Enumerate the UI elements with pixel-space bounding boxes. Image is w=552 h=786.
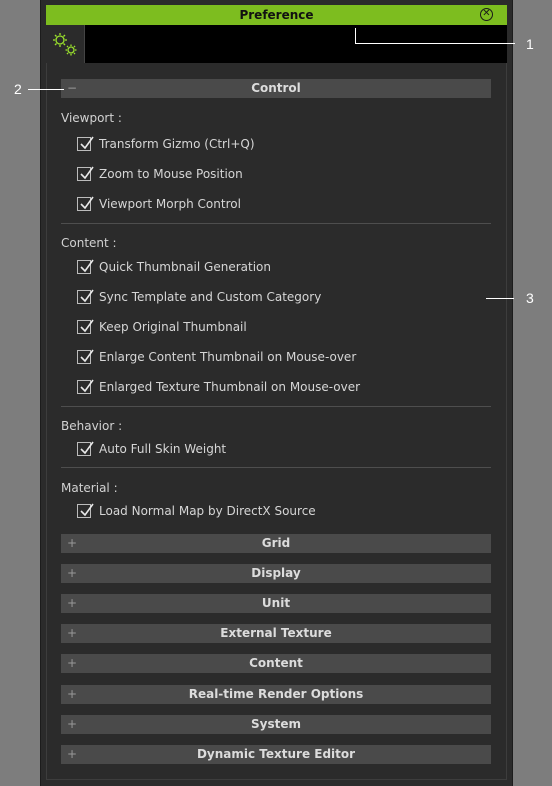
checkmark-icon [80,196,94,210]
tab-strip [46,25,507,63]
callout-1: 1 [526,36,534,52]
callout-1-line [355,43,515,44]
expand-icon: + [67,687,78,701]
checkmark-icon [80,166,94,180]
checkmark-icon [80,289,94,303]
checkbox[interactable] [77,289,94,304]
section-dynamic-texture-editor[interactable]: + Dynamic Texture Editor [61,745,491,764]
group-material-label: Material : [61,481,118,495]
expand-icon: + [67,656,78,670]
option-sync-template[interactable]: Sync Template and Custom Category [77,289,321,305]
callout-1-line [355,28,356,43]
group-content-label: Content : [61,236,117,250]
option-label: Load Normal Map by DirectX Source [99,504,316,518]
option-enlarged-texture-thumbnail[interactable]: Enlarged Texture Thumbnail on Mouse-over [77,379,360,395]
checkbox[interactable] [77,349,94,364]
checkbox[interactable] [77,319,94,334]
group-viewport-label: Viewport : [61,111,122,125]
gears-icon [53,33,77,56]
section-grid[interactable]: + Grid [61,534,491,553]
checkbox[interactable] [77,259,94,274]
collapse-icon: − [67,81,78,95]
checkmark-icon [80,503,94,517]
checkmark-icon [80,441,94,455]
group-behavior-label: Behavior : [61,419,123,433]
checkbox[interactable] [77,196,94,211]
section-label: Unit [261,596,291,610]
section-label: External Texture [220,626,332,640]
section-realtime-render[interactable]: + Real-time Render Options [61,685,491,704]
option-label: Transform Gizmo (Ctrl+Q) [99,137,255,151]
divider [61,467,491,468]
section-label: Grid [261,536,291,550]
option-zoom-to-mouse[interactable]: Zoom to Mouse Position [77,166,243,182]
section-label: Real-time Render Options [188,687,364,701]
callout-2-line [28,89,64,90]
checkmark-icon [80,259,94,273]
option-label: Viewport Morph Control [99,197,241,211]
section-content[interactable]: + Content [61,654,491,673]
callout-3-line [486,298,514,299]
option-keep-original-thumbnail[interactable]: Keep Original Thumbnail [77,319,247,335]
expand-icon: + [67,536,78,550]
option-label: Keep Original Thumbnail [99,320,247,334]
section-control[interactable]: − Control [61,79,491,98]
option-label: Enlarge Content Thumbnail on Mouse-over [99,350,357,364]
callout-3: 3 [526,290,534,306]
checkmark-icon [80,379,94,393]
expand-icon: + [67,747,78,761]
option-label: Quick Thumbnail Generation [99,260,271,274]
checkbox[interactable] [77,503,94,518]
expand-icon: + [67,596,78,610]
callout-2: 2 [14,81,22,97]
option-label: Auto Full Skin Weight [99,442,227,456]
option-viewport-morph[interactable]: Viewport Morph Control [77,196,241,212]
close-icon[interactable]: ✕ [480,8,493,21]
checkbox[interactable] [77,166,94,181]
section-system[interactable]: + System [61,715,491,734]
section-display[interactable]: + Display [61,564,491,583]
divider [61,223,491,224]
checkbox[interactable] [77,136,94,151]
preference-window: Preference ✕ − Control Viewport: Transf… [40,0,513,786]
divider [61,406,491,407]
expand-icon: + [67,566,78,580]
option-label: Zoom to Mouse Position [99,167,243,181]
checkmark-icon [80,319,94,333]
expand-icon: + [67,626,78,640]
option-auto-full-skin-weight[interactable]: Auto Full Skin Weight [77,441,226,457]
window-title: Preference [239,8,314,22]
option-label: Sync Template and Custom Category [99,290,322,304]
section-label: Content [249,656,303,670]
section-label: System [251,717,301,731]
checkbox[interactable] [77,379,94,394]
option-enlarge-content-thumbnail[interactable]: Enlarge Content Thumbnail on Mouse-over [77,349,356,365]
section-label: Control [251,81,301,95]
section-external-texture[interactable]: + External Texture [61,624,491,643]
option-quick-thumbnail[interactable]: Quick Thumbnail Generation [77,259,271,275]
tab-preference[interactable] [46,25,85,63]
checkbox[interactable] [77,441,94,456]
section-label: Display [251,566,301,580]
option-transform-gizmo[interactable]: Transform Gizmo (Ctrl+Q) [77,136,255,152]
section-unit[interactable]: + Unit [61,594,491,613]
section-label: Dynamic Texture Editor [196,747,356,761]
checkmark-icon [80,349,94,363]
checkmark-icon [80,136,94,150]
title-bar: Preference ✕ [46,5,507,25]
option-load-normal-map[interactable]: Load Normal Map by DirectX Source [77,503,316,519]
expand-icon: + [67,717,78,731]
option-label: Enlarged Texture Thumbnail on Mouse-over [99,380,361,394]
